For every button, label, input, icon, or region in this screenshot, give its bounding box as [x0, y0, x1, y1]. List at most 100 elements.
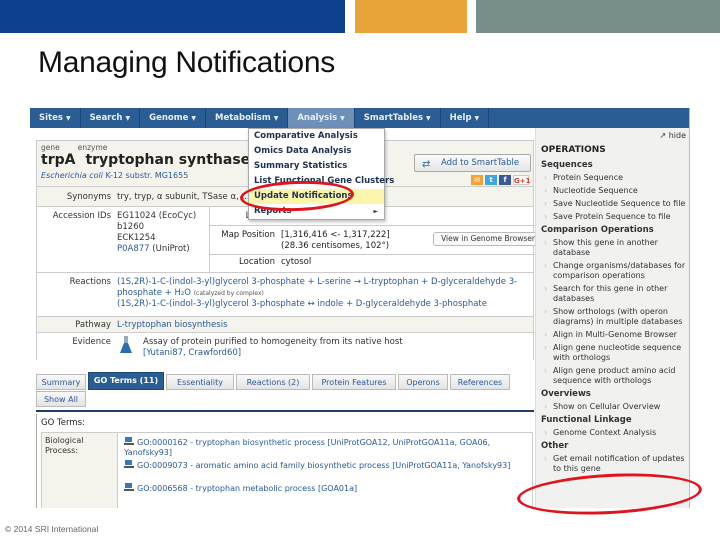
evidence-citations[interactable]: [Yutani87, Crawford60] [143, 348, 241, 358]
ops-item[interactable]: Search for this gene in other databases [541, 284, 689, 304]
ops-item[interactable]: Protein Sequence [541, 173, 689, 183]
slide-title: Managing Notifications [38, 46, 335, 79]
go-term-text: GO:0006568 - tryptophan metabolic proces… [137, 484, 358, 493]
go-term-item[interactable]: GO:0009073 - aromatic amino acid family … [124, 459, 524, 471]
arrow-up-right-icon: ↗ [659, 131, 667, 140]
ops-section-heading: Comparison Operations [541, 225, 654, 235]
gene-symbol: trpA [41, 152, 76, 168]
nav-genome[interactable]: Genome ▼ [140, 108, 206, 128]
ops-item[interactable]: Change organisms/databases for compariso… [541, 261, 689, 281]
reaction-link[interactable]: (1S,2R)-1-C-(indol-3-yl)glycerol 3-phosp… [117, 277, 517, 298]
google-plus-share-icon[interactable]: G+1 [513, 175, 530, 185]
email-share-icon[interactable]: ✉ [471, 175, 483, 185]
go-term-item[interactable]: GO:0006568 - tryptophan metabolic proces… [124, 482, 524, 494]
nav-label: Metabolism [214, 113, 271, 123]
add-to-smarttable-button[interactable]: ⇄ Add to SmartTable [414, 154, 531, 172]
ops-item[interactable]: Align gene nucleotide sequence with orth… [541, 343, 689, 363]
view-genome-browser-button[interactable]: View in Genome Browser [433, 232, 543, 246]
pathway-label: Pathway [75, 320, 111, 330]
nav-metabolism[interactable]: Metabolism ▼ [206, 108, 289, 128]
uniprot-link[interactable]: P0A877 [117, 244, 150, 254]
ops-item[interactable]: Genome Context Analysis [541, 428, 689, 438]
submenu-arrow-icon: ► [373, 208, 378, 215]
go-term-text: GO:0000162 - tryptophan biosynthetic pro… [124, 438, 491, 457]
nav-label: SmartTables [363, 113, 424, 123]
ops-section-heading: Overviews [541, 389, 591, 399]
uniprot-suffix: (UniProt) [149, 244, 190, 254]
menu-comparative-analysis[interactable]: Comparative Analysis [249, 129, 384, 144]
evidence-computer-icon [124, 460, 134, 468]
smarttable-icon: ⇄ [422, 159, 431, 170]
evidence-row: Evidence Assay of protein purified to ho… [37, 333, 533, 361]
flask-evidence-icon [120, 336, 132, 353]
header-bar-gray [476, 0, 720, 33]
ops-item[interactable]: Align in Multi-Genome Browser [541, 330, 689, 340]
nav-label: Sites [39, 113, 63, 123]
hide-label: hide [668, 131, 686, 140]
tab-show-all[interactable]: Show All [36, 391, 86, 407]
evidence-computer-icon [124, 437, 134, 445]
facebook-share-icon[interactable]: f [499, 175, 511, 185]
nav-label: Help [449, 113, 472, 123]
ops-item[interactable]: Save Protein Sequence to file [541, 212, 689, 222]
gene-type-label: gene [41, 143, 60, 152]
tab-essentiality[interactable]: Essentiality [166, 374, 234, 390]
nav-label: Genome [149, 113, 189, 123]
operations-sidebar: ↗ hide OPERATIONS Sequences Protein Sequ… [535, 128, 689, 508]
caret-down-icon: ▼ [191, 115, 196, 122]
map-position-value: [1,316,416 <- 1,317,222] (28.36 centisom… [281, 230, 390, 252]
twitter-share-icon[interactable]: t [485, 175, 497, 185]
nav-sites[interactable]: Sites ▼ [30, 108, 81, 128]
nav-label: Analysis [297, 113, 338, 123]
nav-label: Search [89, 113, 123, 123]
menu-summary-statistics[interactable]: Summary Statistics [249, 159, 384, 174]
ops-item[interactable]: Align gene product amino acid sequence w… [541, 366, 689, 386]
go-terms-panel: GO Terms: Biological Process: GO:0000162… [36, 414, 534, 508]
pathway-link[interactable]: L-tryptophan biosynthesis [117, 320, 228, 331]
menu-omics-data-analysis[interactable]: Omics Data Analysis [249, 144, 384, 159]
accession-id: ECK1254 [117, 233, 156, 243]
go-category-label: Biological Process: [42, 433, 118, 508]
nav-help[interactable]: Help ▼ [441, 108, 490, 128]
ops-section-heading: Functional Linkage [541, 415, 632, 425]
accession-id: P0A877 (UniProt) [117, 244, 196, 255]
nav-analysis[interactable]: Analysis ▼ [288, 108, 355, 128]
accession-values: EG11024 (EcoCyc) b1260 ECK1254 P0A877 (U… [117, 211, 196, 255]
tab-go-terms[interactable]: GO Terms (11) [88, 372, 164, 390]
reactions-row: Reactions (1S,2R)-1-C-(indol-3-yl)glycer… [37, 273, 533, 317]
ops-section-heading: Other [541, 441, 569, 451]
nav-search[interactable]: Search ▼ [81, 108, 141, 128]
ops-item[interactable]: Save Nucleotide Sequence to file [541, 199, 689, 209]
ops-item[interactable]: Nucleotide Sequence [541, 186, 689, 196]
share-icons: ✉ t f G+1 [471, 175, 530, 185]
caret-down-icon: ▼ [426, 115, 431, 122]
evidence-label: Evidence [72, 337, 111, 347]
accession-id: EG11024 (EcoCyc) [117, 211, 197, 221]
operations-list: Sequences Protein Sequence Nucleotide Se… [541, 159, 689, 477]
nav-smarttables[interactable]: SmartTables ▼ [355, 108, 441, 128]
reactions-label: Reactions [69, 277, 111, 287]
hide-sidebar-button[interactable]: ↗ hide [659, 131, 686, 140]
accession-label: Accession IDs [52, 211, 111, 221]
ops-item[interactable]: Show orthologs (with operon diagrams) in… [541, 307, 689, 327]
caret-down-icon: ▼ [273, 115, 279, 122]
tab-protein-features[interactable]: Protein Features [312, 374, 396, 390]
reaction-note: (catalyzed by complex) [193, 290, 264, 297]
nav-bar: Sites ▼ Search ▼ Genome ▼ Metabolism ▼ Analy… [30, 108, 689, 128]
organism-link[interactable]: Escherichia coli K-12 substr. MG1655 [41, 171, 188, 180]
enzyme-type-label: enzyme [77, 143, 108, 152]
go-term-item[interactable]: GO:0000162 - tryptophan biosynthetic pro… [124, 436, 524, 458]
ops-item[interactable]: Show on Cellular Overview [541, 402, 689, 412]
tab-references[interactable]: References [450, 374, 510, 390]
tab-reactions[interactable]: Reactions (2) [236, 374, 310, 390]
ops-item[interactable]: Show this gene in another database [541, 238, 689, 258]
organism-strain: K-12 substr. MG1655 [103, 171, 189, 180]
email-notification-link[interactable]: Get email notification of updates to thi… [541, 454, 689, 474]
location-label: Location [239, 257, 275, 267]
caret-down-icon: ▼ [474, 115, 480, 122]
copyright-footer: © 2014 SRI International [5, 524, 99, 534]
tab-operons[interactable]: Operons [398, 374, 448, 390]
pathway-row: Pathway L-tryptophan biosynthesis [37, 317, 533, 333]
tab-summary[interactable]: Summary [36, 374, 86, 390]
reaction-link[interactable]: (1S,2R)-1-C-(indol-3-yl)glycerol 3-phosp… [117, 299, 487, 309]
